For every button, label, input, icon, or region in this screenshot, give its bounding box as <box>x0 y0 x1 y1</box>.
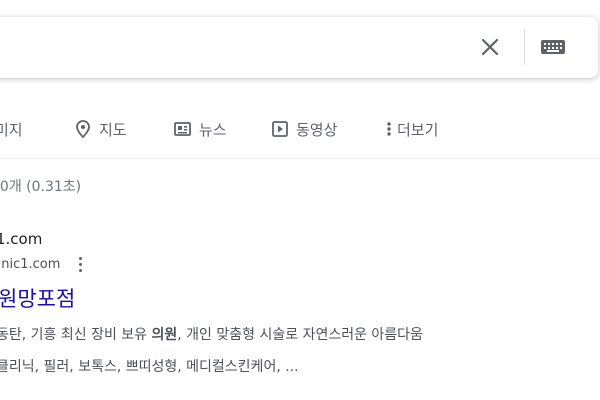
tab-label: 동영상 <box>296 120 338 139</box>
tab-label: 지도 <box>99 120 127 139</box>
result-url-row: linic1.com <box>0 255 86 273</box>
newspaper-icon <box>174 122 191 136</box>
tab-maps[interactable]: 지도 <box>75 114 127 144</box>
result-snippet-line-1: 동탄, 기흥 최신 장비 보유 의원, 개인 맞춤형 시술로 자연스러운 아름다… <box>0 324 423 346</box>
result-stats: 00개 (0.31초) <box>0 179 82 195</box>
snippet-text: , 개인 맞춤형 시술로 자연스러운 아름다움 <box>177 327 423 343</box>
tab-images[interactable]: 미지 <box>0 114 23 144</box>
result-title-link[interactable]: 원망포점 <box>0 283 75 313</box>
search-tabs: 미지 지도 뉴스 동영상 더보기 <box>0 114 600 144</box>
search-input[interactable] <box>10 27 414 69</box>
result-url[interactable]: linic1.com <box>0 257 60 272</box>
result-site-name[interactable]: 1.com <box>0 230 42 248</box>
tab-news[interactable]: 뉴스 <box>174 114 227 144</box>
keyboard-icon <box>541 40 565 54</box>
more-vertical-icon <box>387 122 391 136</box>
search-box[interactable] <box>0 17 598 78</box>
keyboard-button[interactable] <box>540 35 576 59</box>
clear-button[interactable] <box>475 32 505 62</box>
snippet-text: 동탄, 기흥 최신 장비 보유 <box>0 327 152 343</box>
search-divider <box>524 29 525 65</box>
tab-label: 뉴스 <box>199 120 227 139</box>
result-more-button[interactable] <box>74 255 86 273</box>
tab-more[interactable]: 더보기 <box>386 114 438 144</box>
video-play-icon <box>272 121 288 137</box>
map-pin-icon <box>76 120 90 138</box>
tabs-divider <box>0 158 600 159</box>
close-icon <box>481 38 499 56</box>
tab-label: 미지 <box>0 120 23 139</box>
tab-videos[interactable]: 동영상 <box>272 114 337 144</box>
snippet-highlight: 의원 <box>151 327 178 343</box>
result-snippet-line-2: 클리닉, 필러, 보톡스, 쁘띠성형, 메디컬스킨케어, ... <box>0 359 299 375</box>
tab-label: 더보기 <box>397 120 439 139</box>
